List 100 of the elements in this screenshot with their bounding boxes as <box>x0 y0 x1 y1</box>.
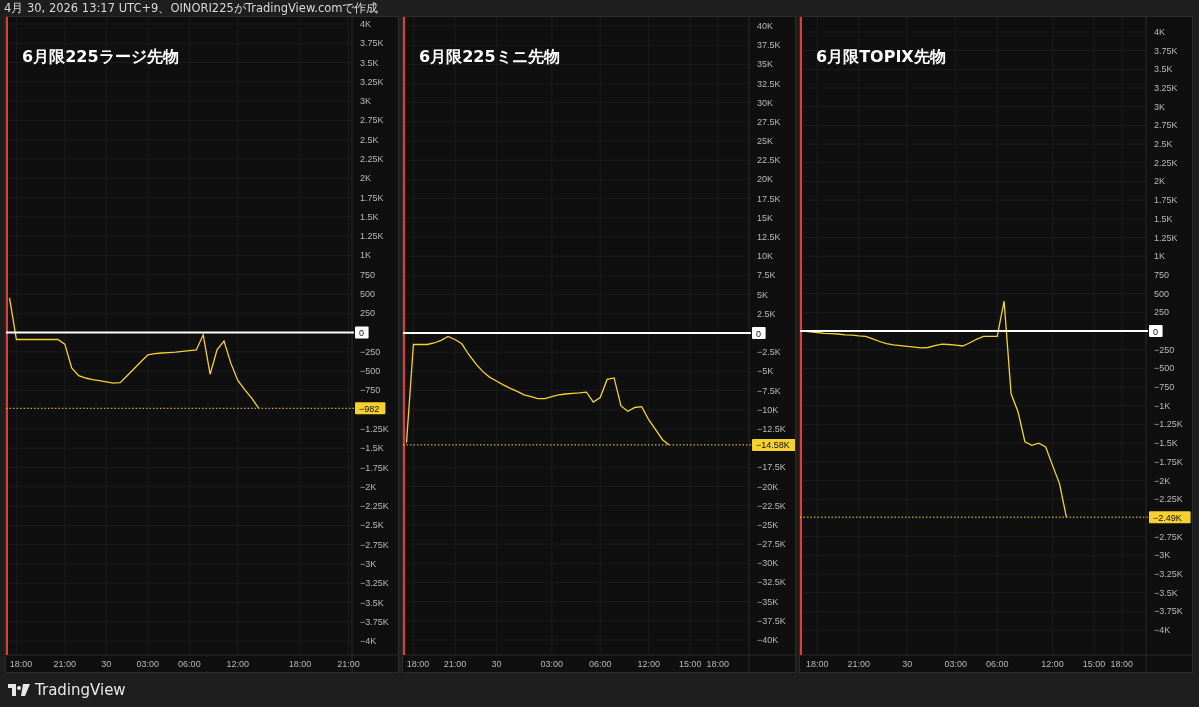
chart-title: 6月限TOPIX先物 <box>816 47 946 68</box>
axis-label: 750 <box>360 269 376 280</box>
axis-label: −1.25K <box>360 423 389 434</box>
axis-label: 18:00 <box>406 659 430 669</box>
axis-label: 37.5K <box>757 40 781 51</box>
ref-line-label: 0 <box>756 328 762 339</box>
logo-icon <box>8 684 30 696</box>
axis-label: 3K <box>360 96 371 107</box>
axis-label: −1.25K <box>1154 419 1183 430</box>
axis-label: 18:00 <box>1110 659 1134 669</box>
axis-label: −3K <box>360 558 377 569</box>
axis-label: −2.75K <box>360 539 389 550</box>
axis-label: 1K <box>360 250 371 261</box>
last-price-label: −14.58K <box>752 438 795 451</box>
ref-line-label: 0 <box>1153 326 1159 337</box>
ref-line-label: −2.49K <box>1153 512 1182 523</box>
axis-label: 4K <box>1154 26 1165 37</box>
axis-label: −37.5K <box>757 615 786 626</box>
axis-label: 2.25K <box>360 153 384 164</box>
axis-label: −12.5K <box>757 423 786 434</box>
zero-label: 0 <box>355 326 369 339</box>
axis-label: 40K <box>757 21 773 31</box>
axis-label: 21:00 <box>847 659 871 669</box>
axis-label: −2.25K <box>1154 494 1183 505</box>
last-price-label: −982 <box>355 402 386 415</box>
axis-label: 20K <box>757 174 773 185</box>
axis-label: −3.75K <box>1154 606 1183 617</box>
axis-label: −2K <box>360 481 377 492</box>
axis-label: −40K <box>757 635 779 646</box>
axis-label: −22.5K <box>757 500 786 511</box>
axis-label: 21:00 <box>53 659 77 669</box>
axis-label: 2K <box>360 173 371 184</box>
axis-label: 15:00 <box>1082 659 1106 669</box>
axis-label: −7.5K <box>757 385 781 396</box>
axis-label: 12.5K <box>757 232 781 243</box>
axis-label: 32.5K <box>757 78 781 89</box>
axis-label: 17.5K <box>757 193 781 204</box>
axis-label: 7.5K <box>757 270 776 281</box>
axis-label: 3.25K <box>360 76 384 87</box>
axis-label: 03:00 <box>944 659 967 669</box>
axis-label: 18:00 <box>9 659 33 669</box>
axis-label: 1.5K <box>1154 213 1173 224</box>
axis-label: −2.25K <box>360 501 389 512</box>
axis-label: −2.75K <box>1154 531 1183 542</box>
axis-label: −1.75K <box>1154 456 1183 467</box>
axis-label: −3K <box>1154 550 1171 561</box>
axis-label: −500 <box>1154 363 1175 374</box>
axis-label: 2.5K <box>757 308 776 319</box>
axis-label: 750 <box>1154 269 1170 280</box>
axis-label: 2.75K <box>360 115 384 126</box>
axis-label: −2.5K <box>757 347 781 358</box>
axis-label: −1K <box>1154 400 1171 411</box>
axis-label: 3.5K <box>360 57 379 68</box>
axis-label: 2.5K <box>1154 139 1173 150</box>
axis-label: −3.5K <box>1154 587 1178 598</box>
last-price-label: −2.49K <box>1149 511 1191 524</box>
axis-label: −250 <box>1154 344 1175 355</box>
ref-line-label: −14.58K <box>756 440 790 451</box>
attribution-text: 4月 30, 2026 13:17 UTC+9、OINORI225がTradingView.comで作成 <box>4 0 379 16</box>
axis-label: 30K <box>757 97 773 108</box>
axis-label: −750 <box>360 385 381 396</box>
axis-label: 21:00 <box>337 659 360 669</box>
axis-label: 10K <box>757 251 773 262</box>
axis-label: 18:00 <box>288 659 312 669</box>
axis-label: 18:00 <box>706 659 730 669</box>
axis-label: −1.5K <box>1154 438 1178 449</box>
axis-label: −3.25K <box>1154 569 1183 580</box>
axis-label: −1.75K <box>360 462 389 473</box>
axis-label: −750 <box>1154 382 1175 393</box>
axis-label: −10K <box>757 404 779 415</box>
axis-label: 15K <box>757 212 773 223</box>
chart-title: 6月限225ラージ先物 <box>22 47 179 68</box>
axis-label: −20K <box>757 481 779 492</box>
axis-label: 5K <box>757 289 768 300</box>
axis-label: −35K <box>757 596 779 607</box>
axis-label: 3.5K <box>1154 64 1173 75</box>
axis-label: 2.25K <box>1154 157 1178 168</box>
axis-label: 500 <box>1154 288 1170 299</box>
axis-label: 250 <box>360 308 376 319</box>
axis-label: 2.75K <box>1154 120 1178 131</box>
axis-label: 22.5K <box>757 155 781 166</box>
axis-label: 15:00 <box>678 659 702 669</box>
axis-label: 06:00 <box>985 659 1009 669</box>
axis-label: −2K <box>1154 475 1171 486</box>
axis-label: −1.5K <box>360 443 384 454</box>
axis-label: 250 <box>1154 307 1170 318</box>
chart-title: 6月限225ミニ先物 <box>419 47 560 68</box>
axis-label: 12:00 <box>637 659 660 669</box>
axis-label: 1K <box>1154 251 1165 262</box>
axis-label: 12:00 <box>1041 659 1064 669</box>
axis-label: 1.5K <box>360 211 379 222</box>
axis-label: 25K <box>757 136 773 147</box>
axis-label: 12:00 <box>226 659 250 669</box>
axis-label: 3.25K <box>1154 83 1178 94</box>
axis-label: 1.75K <box>360 192 384 203</box>
axis-label: 1.25K <box>360 231 384 242</box>
axis-label: 30 <box>101 659 112 669</box>
axis-label: −27.5K <box>757 539 786 550</box>
brand-name: TradingView <box>35 681 126 699</box>
axis-label: −3.25K <box>360 578 389 589</box>
